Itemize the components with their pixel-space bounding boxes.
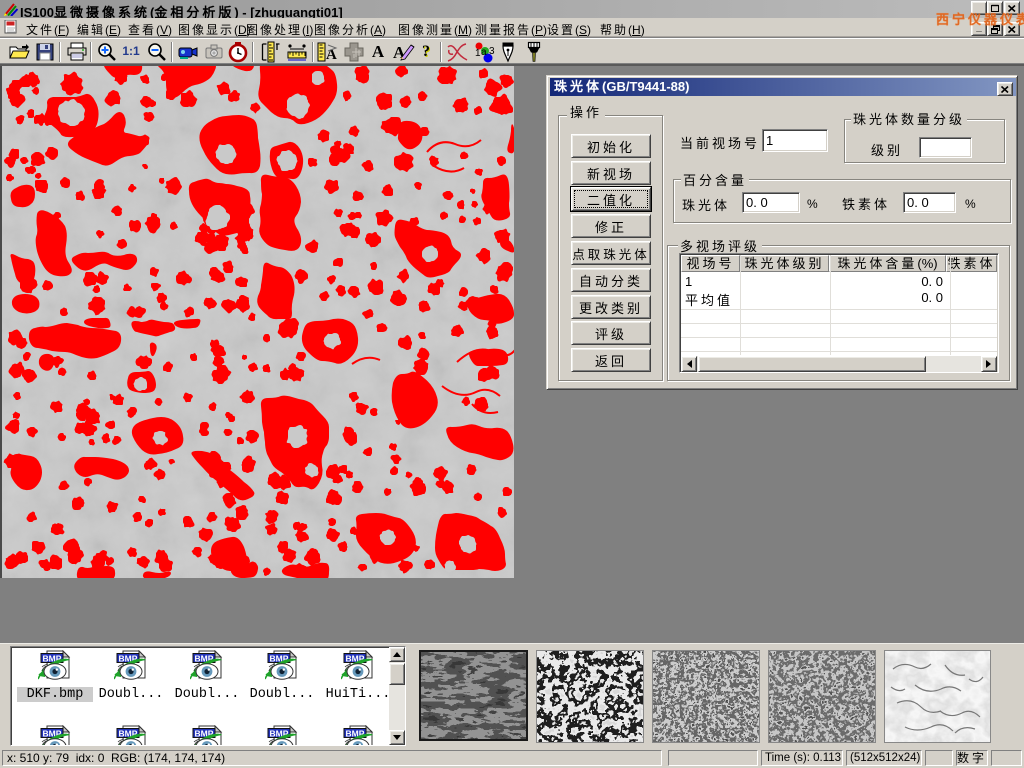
svg-text:3: 3 xyxy=(489,46,495,57)
svg-text:a: a xyxy=(481,47,487,58)
